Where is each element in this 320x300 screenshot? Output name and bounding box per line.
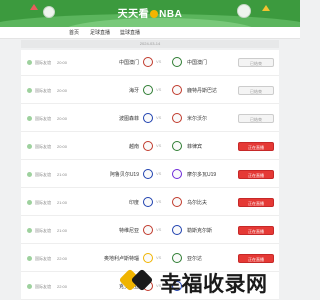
live-button[interactable]: 正在直播: [238, 198, 274, 207]
league-name: 国际友谊: [35, 144, 51, 149]
vs-label: VS: [156, 255, 162, 260]
flag-icon: [262, 5, 270, 11]
away-team[interactable]: 亚尔达: [187, 255, 202, 262]
league-icon: [27, 284, 32, 289]
league-name: 国际友谊: [35, 60, 51, 65]
match-row[interactable]: 国际友谊 21:00 阿鲁贝尔U19 VS 摩尔多瓦U19 正在直播: [21, 162, 279, 188]
ended-button[interactable]: 已结束: [238, 58, 274, 67]
date-bar: 2024-03-14: [21, 40, 279, 48]
home-team-logo-icon: [143, 225, 153, 235]
home-team[interactable]: 中国澳门: [119, 59, 139, 66]
home-team-logo-icon: [143, 57, 153, 67]
match-time: 22:00: [57, 284, 68, 289]
away-team-logo-icon: [172, 85, 182, 95]
league-name: 国际友谊: [35, 88, 51, 93]
away-team-logo-icon: [172, 225, 182, 235]
match-time: 22:00: [57, 256, 68, 261]
home-team[interactable]: 印度: [129, 199, 139, 206]
league-name: 国际友谊: [35, 256, 51, 261]
home-team[interactable]: 海牙: [129, 87, 139, 94]
vs-label: VS: [156, 59, 162, 64]
home-team-logo-icon: [143, 85, 153, 95]
nav-football[interactable]: 足球直播: [90, 29, 110, 36]
vs-label: VS: [156, 227, 162, 232]
league-name: 国际友谊: [35, 228, 51, 233]
away-team[interactable]: 乌尔比夫: [187, 199, 207, 206]
basketball-icon: [150, 10, 159, 19]
away-team-logo-icon: [172, 113, 182, 123]
match-row[interactable]: 国际友谊 21:00 特维尼亚 VS 勒斯克尔斯 正在直播: [21, 218, 279, 244]
main-nav: 首页 足球直播 篮球直播: [0, 27, 300, 39]
league-icon: [27, 116, 32, 121]
league-name: 国际友谊: [35, 116, 51, 121]
home-team-logo-icon: [143, 141, 153, 151]
away-team[interactable]: 鹿特丹斯巴达: [187, 87, 217, 94]
league-name: 国际友谊: [35, 284, 51, 289]
match-row[interactable]: 国际友谊 20:00 越南 VS 菲律宾 正在直播: [21, 134, 279, 160]
away-team[interactable]: 勒斯克尔斯: [187, 227, 212, 234]
soccer-ball-icon: [43, 6, 55, 18]
vs-label: VS: [156, 199, 162, 204]
nav-basketball[interactable]: 篮球直播: [120, 29, 140, 36]
flag-icon: [30, 4, 38, 10]
home-team[interactable]: 特维尼亚: [119, 227, 139, 234]
vs-label: VS: [156, 87, 162, 92]
match-time: 20:00: [57, 144, 68, 149]
home-team-logo-icon: [143, 197, 153, 207]
watermark-logo-icon: [118, 262, 156, 298]
match-time: 21:00: [57, 172, 68, 177]
home-team[interactable]: 越南: [129, 143, 139, 150]
match-row[interactable]: 国际友谊 20:00 中国澳门 VS 中国澳门 已结束: [21, 50, 279, 76]
league-icon: [27, 88, 32, 93]
vs-label: VS: [156, 115, 162, 120]
site-title-b: NBA: [159, 9, 183, 20]
league-icon: [27, 172, 32, 177]
match-row[interactable]: 国际友谊 20:00 波图森菲 VS 米尔沃尔 已结束: [21, 106, 279, 132]
league-name: 国际友谊: [35, 200, 51, 205]
live-button[interactable]: 正在直播: [238, 170, 274, 179]
away-team-logo-icon: [172, 57, 182, 67]
soccer-ball-icon: [237, 4, 251, 18]
match-time: 20:00: [57, 88, 68, 93]
match-time: 21:00: [57, 228, 68, 233]
vs-label: VS: [156, 171, 162, 176]
match-row[interactable]: 国际友谊 20:00 海牙 VS 鹿特丹斯巴达 已结束: [21, 78, 279, 104]
away-team[interactable]: 菲律宾: [187, 143, 202, 150]
watermark-text: 幸福收录网: [160, 273, 268, 296]
match-row[interactable]: 国际友谊 21:00 印度 VS 乌尔比夫 正在直播: [21, 190, 279, 216]
league-icon: [27, 228, 32, 233]
nav-home[interactable]: 首页: [69, 29, 79, 36]
vs-label: VS: [156, 143, 162, 148]
page: 天天看 NBA 首页 足球直播 篮球直播 2024-03-14 国际友谊 20:00…: [0, 0, 300, 300]
league-icon: [27, 200, 32, 205]
match-time: 20:00: [57, 60, 68, 65]
site-title-a: 天天看: [117, 9, 150, 20]
league-icon: [27, 256, 32, 261]
ended-button[interactable]: 已结束: [238, 114, 274, 123]
site-logo[interactable]: 天天看 NBA: [100, 5, 200, 20]
live-button[interactable]: 正在直播: [238, 226, 274, 235]
away-team-logo-icon: [172, 169, 182, 179]
away-team[interactable]: 米尔沃尔: [187, 115, 207, 122]
watermark: 幸福收录网: [118, 262, 300, 300]
header-banner: 天天看 NBA: [0, 0, 300, 27]
league-icon: [27, 60, 32, 65]
league-name: 国际友谊: [35, 172, 51, 177]
home-team[interactable]: 波图森菲: [119, 115, 139, 122]
ended-button[interactable]: 已结束: [238, 86, 274, 95]
home-team-logo-icon: [143, 113, 153, 123]
home-team[interactable]: 奥地利卢斯特瑙: [104, 255, 139, 262]
match-time: 21:00: [57, 200, 68, 205]
match-time: 20:00: [57, 116, 68, 121]
league-icon: [27, 144, 32, 149]
home-team[interactable]: 阿鲁贝尔U19: [110, 171, 139, 178]
away-team-logo-icon: [172, 197, 182, 207]
live-button[interactable]: 正在直播: [238, 142, 274, 151]
away-team[interactable]: 中国澳门: [187, 59, 207, 66]
home-team-logo-icon: [143, 169, 153, 179]
away-team[interactable]: 摩尔多瓦U19: [187, 171, 216, 178]
away-team-logo-icon: [172, 141, 182, 151]
